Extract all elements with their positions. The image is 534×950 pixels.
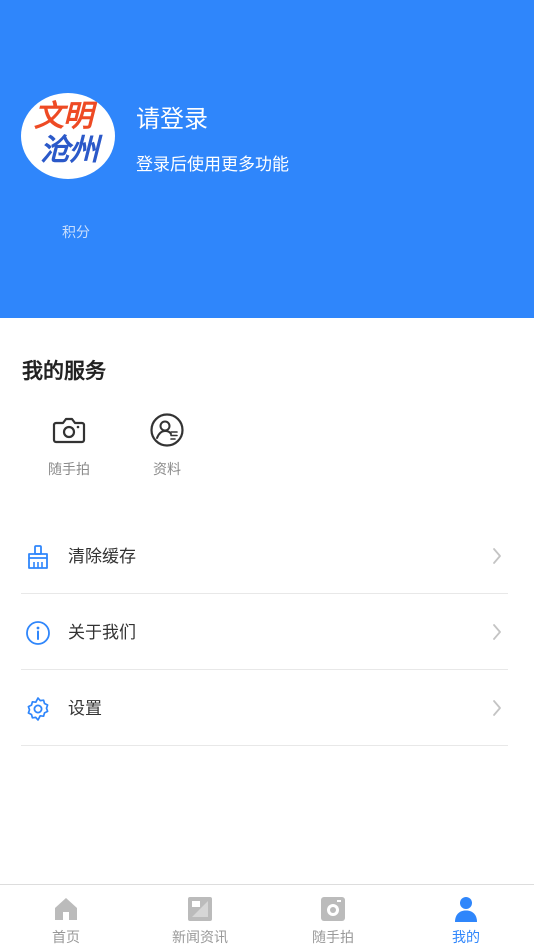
app-logo: 文明 沧州	[21, 93, 115, 179]
news-icon	[188, 897, 212, 921]
service-snapshot[interactable]: 随手拍	[39, 412, 99, 484]
service-label: 资料	[153, 462, 181, 478]
menu-label: 关于我们	[68, 623, 136, 643]
menu-settings[interactable]: 设置	[21, 670, 508, 746]
home-icon	[55, 898, 77, 920]
chevron-right-icon	[493, 700, 501, 716]
gear-icon	[27, 697, 49, 721]
menu-label: 清除缓存	[68, 547, 136, 567]
logo-text-top: 文明	[34, 99, 93, 134]
info-icon	[26, 621, 50, 645]
tab-news[interactable]: 新闻资讯	[160, 885, 240, 950]
profile-icon	[150, 413, 184, 447]
service-profile[interactable]: 资料	[137, 412, 197, 484]
tab-label: 首页	[52, 930, 80, 946]
bottom-tab-bar: 首页 新闻资讯 随手拍 我的	[0, 884, 534, 950]
tab-snapshot[interactable]: 随手拍	[300, 885, 366, 950]
login-subtitle: 登录后使用更多功能	[136, 155, 289, 175]
profile-header: 文明 沧州 请登录 登录后使用更多功能 积分	[0, 0, 534, 318]
logo-text-bottom: 沧州	[40, 133, 99, 168]
snapshot-icon	[321, 897, 345, 921]
services-title: 我的服务	[22, 359, 106, 383]
user-icon	[455, 897, 477, 922]
camera-icon	[52, 417, 86, 444]
points-label[interactable]: 积分	[62, 223, 90, 243]
service-label: 随手拍	[48, 462, 90, 478]
tab-label: 我的	[452, 930, 480, 946]
tab-label: 随手拍	[312, 930, 354, 946]
tab-home[interactable]: 首页	[36, 885, 96, 950]
menu-clear-cache[interactable]: 清除缓存	[21, 518, 508, 594]
tab-mine[interactable]: 我的	[436, 885, 496, 950]
login-prompt[interactable]: 请登录	[136, 104, 208, 134]
menu-label: 设置	[68, 699, 102, 719]
chevron-right-icon	[493, 548, 501, 564]
tab-label: 新闻资讯	[172, 930, 228, 946]
broom-icon	[28, 545, 48, 569]
chevron-right-icon	[493, 624, 501, 640]
menu-about-us[interactable]: 关于我们	[21, 594, 508, 670]
